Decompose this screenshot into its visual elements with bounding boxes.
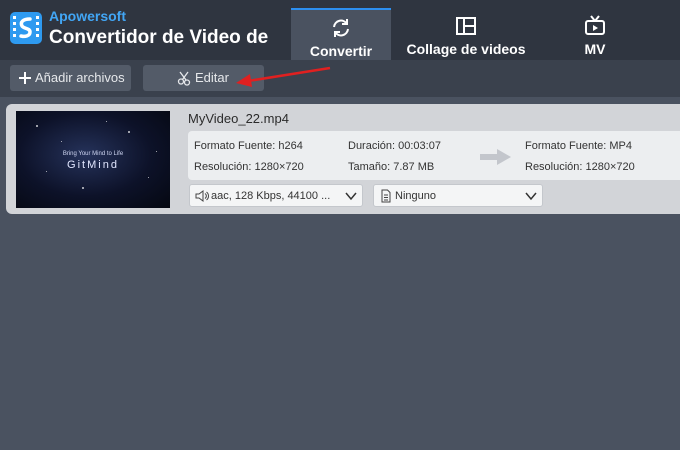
toolbar: Añadir archivos Editar bbox=[0, 60, 680, 97]
app-title: Convertidor de Video de bbox=[49, 27, 269, 48]
thumbnail-tagline: Bring Your Mind to Life bbox=[62, 151, 124, 157]
add-files-button[interactable]: Añadir archivos bbox=[10, 65, 131, 91]
audio-track-select[interactable]: aac, 128 Kbps, 44100 ... bbox=[189, 184, 363, 207]
tab-convertir-label: Convertir bbox=[309, 43, 373, 59]
tab-mv[interactable]: MV bbox=[545, 8, 645, 60]
refresh-icon bbox=[333, 19, 349, 37]
convert-arrow-icon bbox=[480, 149, 511, 165]
app-logo-icon bbox=[10, 12, 42, 44]
tab-convertir[interactable]: Convertir bbox=[291, 8, 391, 60]
subtitle-select[interactable]: Ninguno bbox=[373, 184, 543, 207]
source-resolution: Resolución: 1280×720 bbox=[194, 161, 304, 173]
scissors-icon bbox=[177, 71, 191, 86]
tab-collage-de-videos[interactable]: Collage de videos bbox=[398, 8, 534, 60]
title-bar: Apowersoft Convertidor de Video de Conve… bbox=[0, 0, 680, 60]
edit-label: Editar bbox=[195, 70, 229, 85]
file-item[interactable]: Bring Your Mind to Life GitMind MyVideo_… bbox=[6, 104, 680, 214]
file-info-panel: Formato Fuente: h264 Resolución: 1280×72… bbox=[188, 131, 680, 180]
plus-icon bbox=[19, 72, 31, 84]
edit-button[interactable]: Editar bbox=[143, 65, 264, 91]
target-resolution: Resolución: 1280×720 bbox=[525, 161, 635, 173]
video-thumbnail: Bring Your Mind to Life GitMind bbox=[16, 111, 170, 208]
add-files-label: Añadir archivos bbox=[35, 70, 125, 85]
target-format[interactable]: Formato Fuente: MP4 bbox=[525, 139, 632, 153]
file-name: MyVideo_22.mp4 bbox=[188, 111, 289, 126]
chevron-down-icon bbox=[345, 192, 357, 201]
document-icon bbox=[381, 189, 391, 203]
source-duration: Duración: 00:03:07 bbox=[348, 140, 441, 152]
brand-name: Apowersoft bbox=[49, 8, 126, 24]
speaker-icon bbox=[195, 190, 209, 202]
tv-icon bbox=[585, 15, 605, 35]
source-size: Tamaño: 7.87 MB bbox=[348, 161, 435, 173]
tab-collage-label: Collage de videos bbox=[406, 41, 526, 57]
collage-icon bbox=[456, 17, 476, 35]
source-format: Formato Fuente: h264 bbox=[194, 140, 303, 152]
chevron-down-icon bbox=[525, 192, 537, 201]
tab-mv-label: MV bbox=[584, 41, 606, 57]
subtitle-value: Ninguno bbox=[395, 190, 436, 202]
audio-track-value: aac, 128 Kbps, 44100 ... bbox=[211, 190, 331, 202]
thumbnail-logo-text: GitMind bbox=[67, 159, 119, 171]
